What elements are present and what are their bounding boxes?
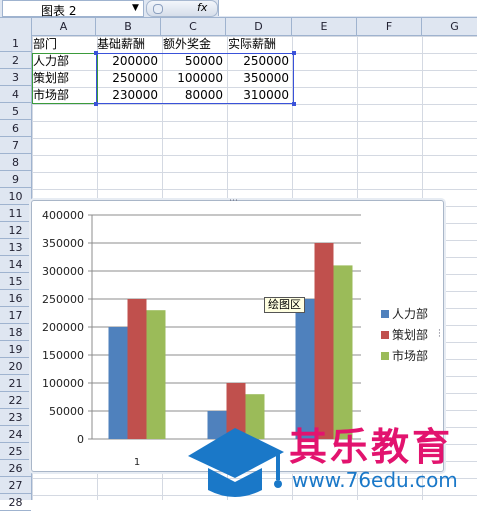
row-header-7[interactable]: 7 bbox=[0, 137, 31, 154]
bar-3-3 bbox=[333, 265, 353, 439]
formula-bar: 图表 2 ▼ fx bbox=[0, 0, 477, 18]
row-header-10[interactable]: 10 bbox=[0, 188, 31, 205]
row-header-17[interactable]: 17 bbox=[0, 307, 31, 324]
column-header-a[interactable]: A bbox=[32, 18, 96, 35]
row-header: 1 2 3 4 5 6 7 8 9 10 11 12 13 14 15 16 17 18 19 20 21 22 23 24 2… bbox=[0, 35, 32, 511]
legend-swatch bbox=[381, 331, 389, 339]
cell-c1[interactable]: 额外奖金 bbox=[163, 36, 211, 53]
resize-handle[interactable]: ⋯ bbox=[229, 196, 239, 206]
resize-handle[interactable]: · · · bbox=[438, 327, 441, 342]
column-header: ABCDEFG bbox=[0, 18, 477, 36]
legend-label: 市场部 bbox=[392, 348, 428, 363]
column-header-c[interactable]: C bbox=[161, 18, 226, 35]
row-header-24[interactable]: 24 bbox=[0, 426, 31, 443]
formula-controls: fx bbox=[146, 0, 218, 17]
row-header-19[interactable]: 19 bbox=[0, 341, 31, 358]
y-tick-label: 400000 bbox=[42, 209, 84, 222]
column-header-b[interactable]: B bbox=[96, 18, 161, 35]
plot-area-tooltip: 绘图区 bbox=[264, 297, 305, 313]
row-header-3[interactable]: 3 bbox=[0, 69, 31, 86]
y-tick-label: 200000 bbox=[42, 321, 84, 334]
cell-a1[interactable]: 部门 bbox=[33, 36, 57, 53]
y-tick-label: 300000 bbox=[42, 265, 84, 278]
bar-2-1 bbox=[127, 299, 147, 439]
watermark-url: www.76edu.com bbox=[292, 468, 458, 492]
row-header-22[interactable]: 22 bbox=[0, 392, 31, 409]
graduation-cap-icon bbox=[188, 428, 284, 497]
expand-icon[interactable] bbox=[153, 4, 163, 14]
row-header-4[interactable]: 4 bbox=[0, 86, 31, 103]
range-handle[interactable] bbox=[94, 102, 98, 106]
column-header-f[interactable]: F bbox=[357, 18, 422, 35]
y-tick-label: 0 bbox=[77, 433, 84, 446]
row-header-14[interactable]: 14 bbox=[0, 256, 31, 273]
row-header-27[interactable]: 27 bbox=[0, 477, 31, 494]
row-header-16[interactable]: 16 bbox=[0, 290, 31, 307]
category-range-highlight bbox=[32, 53, 98, 104]
range-handle[interactable] bbox=[292, 102, 296, 106]
column-header-g[interactable]: G bbox=[422, 18, 477, 35]
bar-2-3 bbox=[314, 243, 334, 439]
y-tick-label: 100000 bbox=[42, 377, 84, 390]
row-header-28[interactable]: 28 bbox=[0, 494, 31, 511]
y-tick-label: 150000 bbox=[42, 349, 84, 362]
y-tick-label: 350000 bbox=[42, 237, 84, 250]
y-tick-label: 250000 bbox=[42, 293, 84, 306]
name-box[interactable]: 图表 2 ▼ bbox=[2, 0, 144, 18]
legend-swatch bbox=[381, 310, 389, 318]
row-header-6[interactable]: 6 bbox=[0, 120, 31, 137]
bar-1-1 bbox=[108, 327, 128, 439]
row-header-11[interactable]: 11 bbox=[0, 205, 31, 222]
legend-swatch bbox=[381, 352, 389, 360]
legend-label: 人力部 bbox=[392, 306, 428, 321]
watermark-logo: 其乐教育 www.76edu.com bbox=[180, 418, 477, 500]
row-header-26[interactable]: 26 bbox=[0, 460, 31, 477]
name-box-value: 图表 2 bbox=[41, 4, 77, 18]
formula-input[interactable] bbox=[218, 0, 477, 16]
row-header-13[interactable]: 13 bbox=[0, 239, 31, 256]
row-header-9[interactable]: 9 bbox=[0, 171, 31, 188]
row-header-20[interactable]: 20 bbox=[0, 358, 31, 375]
legend-label: 策划部 bbox=[392, 327, 428, 342]
cell-b1[interactable]: 基础薪酬 bbox=[97, 36, 145, 53]
range-handle[interactable] bbox=[94, 51, 98, 55]
chevron-down-icon[interactable]: ▼ bbox=[132, 3, 139, 13]
column-header-e[interactable]: E bbox=[292, 18, 357, 35]
insert-function-button[interactable]: fx bbox=[197, 1, 207, 14]
data-range-highlight bbox=[94, 51, 296, 106]
row-header-1[interactable]: 1 bbox=[0, 35, 31, 52]
row-header-12[interactable]: 12 bbox=[0, 222, 31, 239]
column-header-d[interactable]: D bbox=[226, 18, 292, 35]
row-header-5[interactable]: 5 bbox=[0, 103, 31, 120]
select-all-corner[interactable] bbox=[0, 18, 32, 35]
bar-3-1 bbox=[146, 310, 166, 439]
watermark-text: 其乐教育 bbox=[289, 425, 454, 469]
row-header-23[interactable]: 23 bbox=[0, 409, 31, 426]
y-tick-label: 50000 bbox=[49, 405, 84, 418]
row-header-2[interactable]: 2 bbox=[0, 52, 31, 69]
range-handle[interactable] bbox=[292, 51, 296, 55]
row-header-8[interactable]: 8 bbox=[0, 154, 31, 171]
row-header-15[interactable]: 15 bbox=[0, 273, 31, 290]
row-header-21[interactable]: 21 bbox=[0, 375, 31, 392]
x-tick-label: 1 bbox=[134, 457, 140, 468]
row-header-25[interactable]: 25 bbox=[0, 443, 31, 460]
cell-d1[interactable]: 实际薪酬 bbox=[228, 36, 276, 53]
row-header-18[interactable]: 18 bbox=[0, 324, 31, 341]
